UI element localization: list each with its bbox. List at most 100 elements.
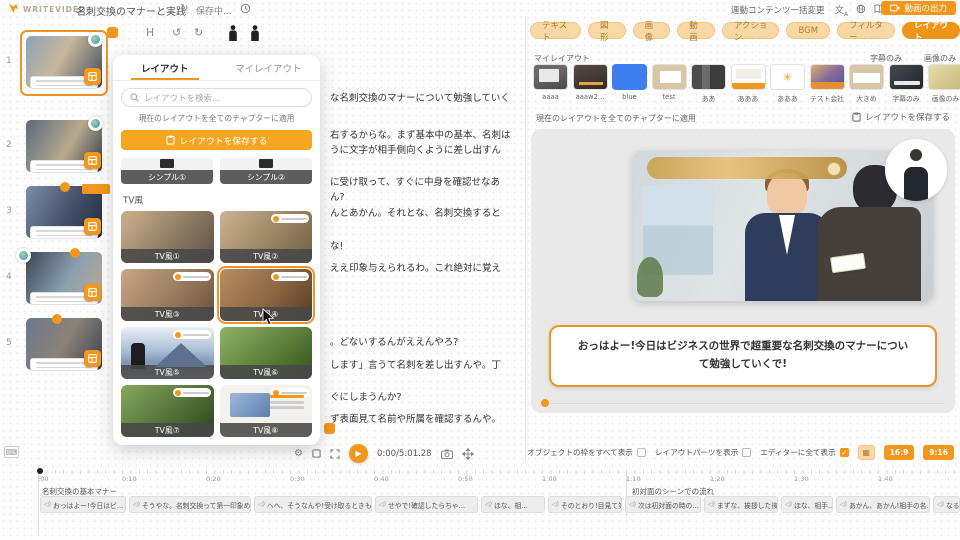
scene-item-1[interactable]: 1	[0, 36, 110, 98]
subtitle-bubble[interactable]: おっはよー!今日はビジネスの世界で超重要な名刺交換のマナーについて勉強していくで…	[549, 325, 937, 387]
globe-icon	[19, 251, 28, 260]
popup-scroll-indicator[interactable]	[324, 423, 335, 434]
layout-search-input[interactable]: レイアウトを検索...	[121, 88, 312, 107]
stop-icon[interactable]	[312, 449, 321, 458]
scene-item-3[interactable]: 3	[0, 186, 110, 248]
keyboard-shortcuts-button[interactable]: ⌨	[4, 446, 19, 458]
timeline-ruler[interactable]: :00 0:10 0:20 0:30 0:40 0:50 1:00 1:10 1…	[38, 470, 960, 482]
layout-icon	[88, 288, 97, 297]
speaker-icon: ◁)	[258, 501, 265, 508]
layout-option-tv-2[interactable]: TV風②	[220, 211, 313, 263]
history-icon[interactable]	[240, 3, 251, 14]
panel-save-layout-button[interactable]: レイアウトを保存する	[852, 111, 950, 123]
saved-layout-aaaw2[interactable]: aaaw2...	[573, 64, 608, 103]
export-video-button[interactable]: 動画の出力	[881, 1, 956, 15]
saving-status: 保存中...	[196, 4, 232, 17]
show-object-frames-checkbox[interactable]	[637, 448, 646, 457]
ratio-16-9-button[interactable]: 16:9	[884, 445, 915, 460]
saved-layout-test[interactable]: test	[652, 64, 687, 103]
popup-tab-layout[interactable]: レイアウト	[113, 55, 217, 80]
redo-icon[interactable]: ↻	[194, 26, 203, 39]
show-all-in-editor-option[interactable]: エディターに全て表示 ✓	[760, 447, 848, 458]
script-line: します」言うて名刺を差し出すんや。丁	[330, 357, 525, 371]
timeline-playhead[interactable]	[37, 468, 43, 474]
subtitle-clip-3[interactable]: ◁)へへ、そうなんや!受け取るときも両...	[254, 496, 372, 513]
layout-name: あああ	[731, 93, 766, 103]
layout-option-tv-3[interactable]: TV風③	[121, 269, 214, 321]
scene-layout-button[interactable]	[84, 218, 101, 235]
document-line	[270, 406, 304, 409]
subtitle-clip-1[interactable]: ◁)おっはよー!今日はビ...	[40, 496, 126, 513]
preview-progress[interactable]	[541, 399, 945, 407]
ruler-tick: 1:40	[878, 475, 893, 483]
ruler-tick: 0:30	[290, 475, 305, 483]
fullscreen-icon[interactable]	[330, 449, 340, 459]
popup-tab-mylayout[interactable]: マイレイアウト	[217, 55, 321, 80]
scene-number: 1	[6, 56, 12, 66]
layout-name: 字幕のみ	[889, 93, 924, 103]
saved-layout-aaaa[interactable]: aaaa	[533, 64, 568, 103]
subtitle-clip-8[interactable]: ◁)まずな、挨拶した後...	[704, 496, 778, 513]
scene-layout-button[interactable]	[84, 350, 101, 367]
show-object-frames-option[interactable]: オブジェクトの枠をすべて表示	[527, 447, 645, 458]
scene-item-5[interactable]: 5	[0, 318, 110, 380]
subtitle-clip-5[interactable]: ◁)ほな、相...	[481, 496, 545, 513]
editor-layout-anchor-button[interactable]	[107, 27, 118, 38]
scene-globe-badge[interactable]	[16, 248, 31, 263]
scene-item-2[interactable]: 2	[0, 120, 110, 182]
popup-save-layout-button[interactable]: レイアウトを保存する	[121, 130, 312, 150]
subtitle-clip-2[interactable]: ◁)そうやな。名刺交換って第一印象めっ...	[129, 496, 251, 513]
saved-layout-blue[interactable]: blue	[612, 64, 647, 103]
presenter-avatar[interactable]	[885, 139, 947, 201]
saved-layout-aaa-1[interactable]: あああ	[731, 64, 766, 103]
mouse-cursor	[262, 308, 275, 326]
scene-layout-button[interactable]	[84, 68, 101, 85]
saved-layout-large[interactable]: 大きめ	[849, 64, 884, 103]
saved-layout-image-only[interactable]: 画像のみ	[928, 64, 960, 103]
settings-gear-icon[interactable]: ⚙	[294, 448, 303, 459]
layout-icon	[88, 72, 97, 81]
globe-icon[interactable]	[856, 4, 866, 14]
subtitle-clip-7[interactable]: ◁)次は初対面の時の...	[625, 496, 701, 513]
ratio-9-16-button[interactable]: 9:16	[923, 445, 954, 460]
layout-option-tv-5[interactable]: TV風⑤	[121, 327, 214, 379]
scene-item-4[interactable]: 4	[0, 252, 110, 314]
show-layout-parts-option[interactable]: レイアウトパーツを表示	[655, 447, 751, 458]
snapshot-camera-icon[interactable]	[441, 449, 453, 459]
aspect-grid-button[interactable]: ▦	[858, 445, 875, 460]
subtitle-clip-11[interactable]: ◁)なる...	[933, 496, 960, 513]
show-layout-parts-checkbox[interactable]	[742, 448, 751, 457]
saved-layout-test-company[interactable]: テスト会社	[810, 64, 845, 103]
show-all-in-editor-checkbox[interactable]: ✓	[840, 448, 849, 457]
layout-option-tv-6[interactable]: TV風⑥	[220, 327, 313, 379]
character-2-icon[interactable]	[250, 25, 260, 41]
play-button[interactable]: ▶	[349, 444, 368, 463]
subtitle-clip-10[interactable]: ◁)あかん、あかん!相手の名...	[836, 496, 930, 513]
undo-icon[interactable]: ↺	[172, 26, 181, 39]
move-tool-icon[interactable]	[462, 448, 474, 460]
layout-option-tv-1[interactable]: TV風①	[121, 211, 214, 263]
layout-option-tv-8[interactable]: TV風⑧	[220, 385, 313, 437]
layout-option-simple-2[interactable]: シンプル②	[220, 158, 312, 184]
batch-content-edit-label[interactable]: 連動コンテンツ一括変更	[731, 4, 825, 16]
subtitle-clip-6[interactable]: ◁)そのとおり!目見て笑...	[548, 496, 622, 513]
saved-layout-aa[interactable]: ああ	[691, 64, 726, 103]
scene-globe-badge[interactable]	[88, 116, 103, 131]
saved-layout-subtitle-only[interactable]: 字幕のみ	[889, 64, 924, 103]
scene-globe-badge[interactable]	[88, 32, 103, 47]
heading-tool-icon[interactable]: H	[146, 26, 154, 39]
subtitle-clip-4[interactable]: ◁)せやで!確認したらちゃ...	[375, 496, 478, 513]
layout-option-simple-1[interactable]: シンプル①	[121, 158, 213, 184]
project-title[interactable]: 名刺交換のマナーと実践	[76, 3, 186, 18]
scene-layout-button[interactable]	[84, 152, 101, 169]
scene-layout-button[interactable]	[84, 284, 101, 301]
preview-stage[interactable]: おっはよー!今日はビジネスの世界で超重要な名刺交換のマナーについて勉強していくで…	[531, 129, 955, 413]
character-1-icon[interactable]	[228, 25, 238, 41]
saved-layout-aaa-2[interactable]: ✳あああ	[770, 64, 805, 103]
popup-apply-all-link[interactable]: 現在のレイアウトを全てのチャプターに適用	[113, 113, 320, 124]
sync-icon[interactable]: ↻	[180, 3, 188, 14]
subtitle-clip-9[interactable]: ◁)ほな、相手...	[781, 496, 833, 513]
progress-knob[interactable]	[541, 399, 549, 407]
panel-apply-all-link[interactable]: 現在のレイアウトを全てのチャプターに適用	[536, 113, 696, 124]
layout-option-tv-7[interactable]: TV風⑦	[121, 385, 214, 437]
